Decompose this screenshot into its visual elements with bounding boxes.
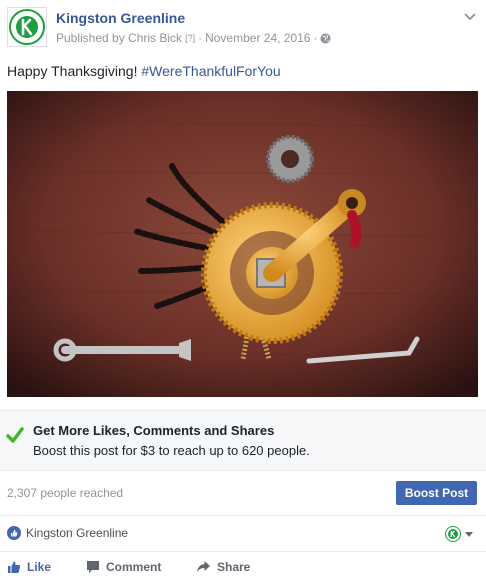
chevron-down-icon[interactable] bbox=[463, 9, 477, 23]
share-button[interactable]: Share bbox=[196, 560, 250, 574]
boost-post-button[interactable]: Boost Post bbox=[396, 481, 477, 505]
bike-parts-turkey-photo bbox=[7, 91, 478, 397]
like-label: Like bbox=[27, 560, 52, 574]
like-reaction-icon bbox=[7, 526, 21, 540]
comment-icon bbox=[87, 561, 99, 573]
post-date-link[interactable]: November 24, 2016 bbox=[205, 31, 310, 45]
help-marker[interactable]: [?] bbox=[185, 33, 195, 43]
post-text: Happy Thanksgiving! #WereThankfulForYou bbox=[7, 63, 281, 79]
boost-title: Get More Likes, Comments and Shares bbox=[33, 423, 275, 438]
post-text-plain: Happy Thanksgiving! bbox=[7, 63, 142, 79]
boost-promo-box: Get More Likes, Comments and Shares Boos… bbox=[0, 410, 486, 471]
meta-separator: · bbox=[198, 31, 203, 45]
kingston-logo-icon bbox=[9, 9, 45, 45]
share-icon bbox=[197, 561, 210, 572]
page-avatar[interactable] bbox=[7, 7, 47, 47]
meta-separator-2: · bbox=[313, 31, 318, 45]
like-thumb-icon bbox=[8, 561, 21, 573]
post-header: Kingston Greenline Published by Chris Bi… bbox=[0, 0, 486, 58]
reaction-summary[interactable]: Kingston Greenline bbox=[7, 526, 128, 540]
comment-label: Comment bbox=[106, 560, 162, 574]
checkmark-icon bbox=[6, 427, 24, 443]
published-by-text: Published by Chris Bick bbox=[56, 31, 183, 45]
hashtag-link[interactable]: #WereThankfulForYou bbox=[141, 63, 280, 79]
globe-icon[interactable] bbox=[320, 32, 332, 44]
like-button[interactable]: Like bbox=[7, 560, 51, 574]
post-meta: Published by Chris Bick [?] · November 2… bbox=[56, 31, 332, 45]
reach-row: 2,307 people reached Boost Post bbox=[0, 471, 486, 516]
chevron-down-small-icon bbox=[465, 532, 473, 537]
actions-row: Like Comment Share bbox=[0, 552, 486, 582]
share-label: Share bbox=[217, 560, 251, 574]
identity-name: Kingston Greenline bbox=[26, 526, 129, 540]
identity-row: Kingston Greenline bbox=[0, 516, 486, 552]
page-name-link[interactable]: Kingston Greenline bbox=[56, 10, 185, 26]
comment-button[interactable]: Comment bbox=[86, 560, 161, 574]
kingston-logo-small-icon bbox=[445, 526, 461, 542]
post-image[interactable] bbox=[7, 91, 478, 397]
identity-selector[interactable] bbox=[445, 526, 474, 542]
boost-subtitle: Boost this post for $3 to reach up to 62… bbox=[33, 443, 310, 458]
people-reached-text[interactable]: 2,307 people reached bbox=[7, 486, 123, 500]
